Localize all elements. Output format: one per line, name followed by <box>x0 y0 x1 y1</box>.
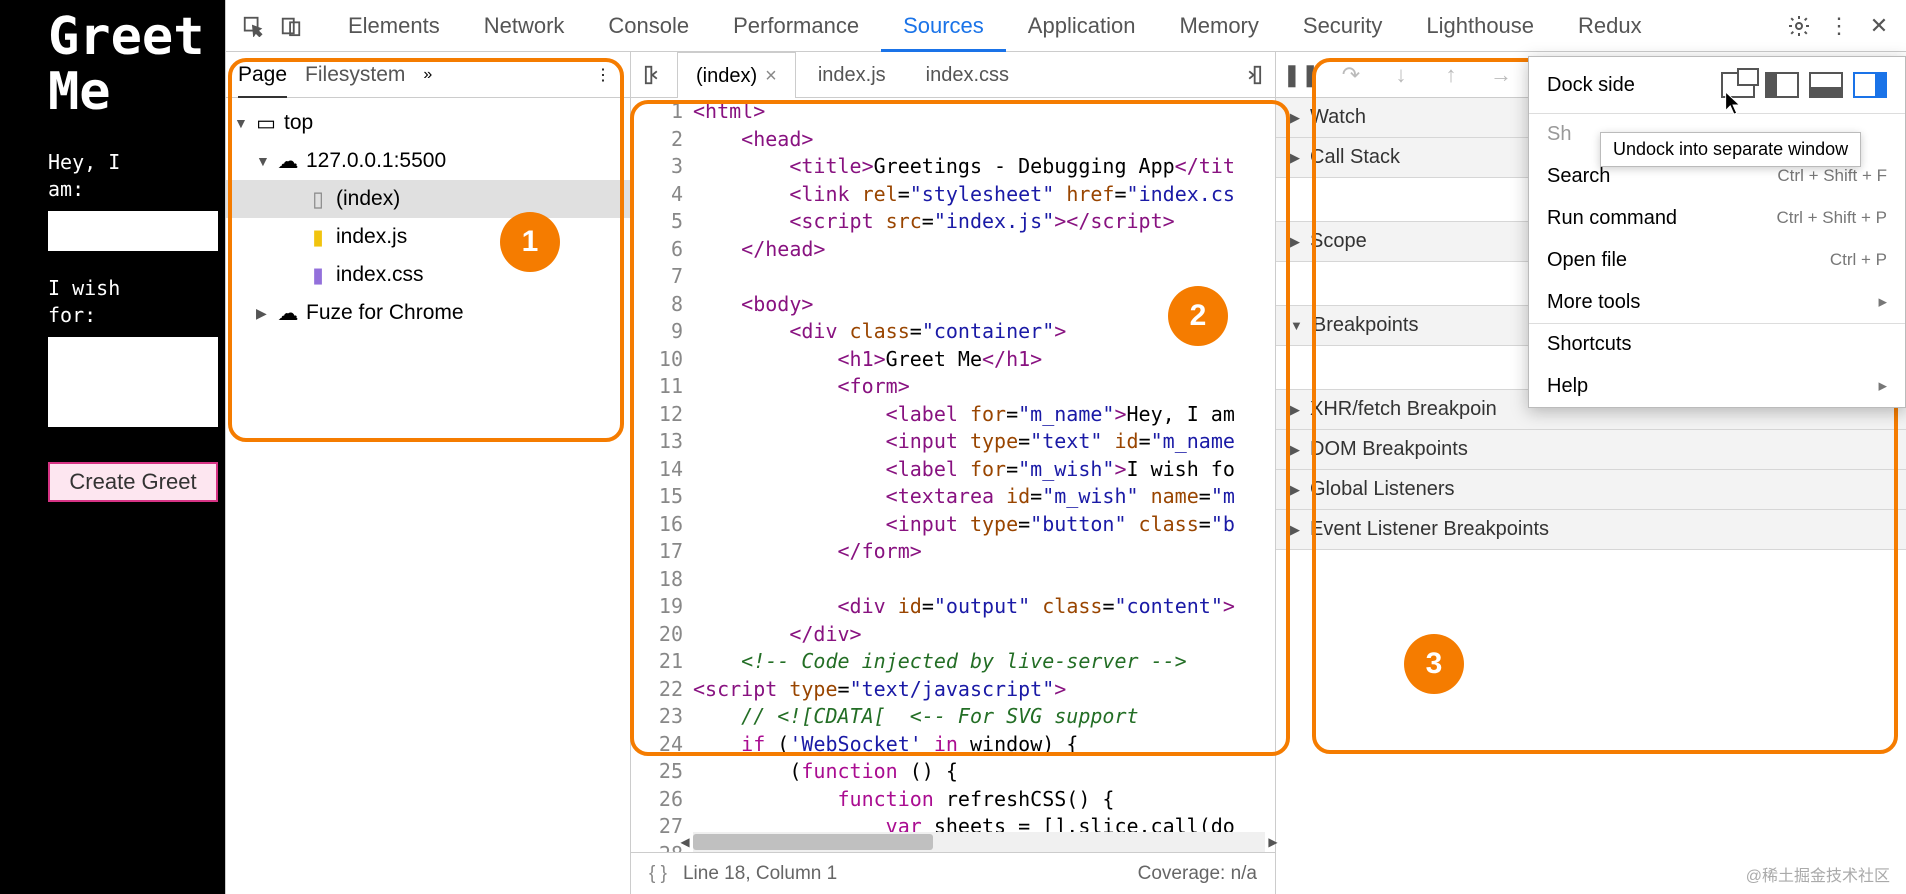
editor-nav-right-icon[interactable] <box>1233 57 1269 93</box>
devtools-tab-lighthouse[interactable]: Lighthouse <box>1404 0 1556 52</box>
create-greet-button[interactable]: Create Greet <box>48 462 218 502</box>
menu-item-more-tools[interactable]: More tools▸ <box>1529 281 1905 323</box>
pretty-print-icon[interactable]: { } <box>649 863 667 885</box>
annotation-badge-1: 1 <box>500 212 560 272</box>
close-tab-icon[interactable]: × <box>765 65 777 87</box>
menu-item-run-command[interactable]: Run commandCtrl + Shift + P <box>1529 197 1905 239</box>
tree-node-top[interactable]: ▼▭top <box>226 104 630 142</box>
devtools-tab-memory[interactable]: Memory <box>1157 0 1280 52</box>
wish-textarea[interactable] <box>48 337 218 427</box>
debugger-section-event-listener-breakpoints[interactable]: ▶Event Listener Breakpoints <box>1276 510 1906 550</box>
watermark: @稀土掘金技术社区 <box>1746 862 1890 886</box>
editor-tab-indexcss[interactable]: index.css <box>908 52 1027 98</box>
devtools-tabbar: ElementsNetworkConsolePerformanceSources… <box>226 0 1906 52</box>
devtools-tab-performance[interactable]: Performance <box>711 0 881 52</box>
cursor-position: Line 18, Column 1 <box>683 863 837 885</box>
devtools-tab-console[interactable]: Console <box>586 0 711 52</box>
coverage-status: Coverage: n/a <box>1138 863 1257 885</box>
scroll-left-icon[interactable]: ◀ <box>675 832 695 852</box>
devtools-tab-elements[interactable]: Elements <box>326 0 462 52</box>
settings-icon[interactable] <box>1780 7 1818 45</box>
code-editor: (index)× index.js index.css 123456789101… <box>631 52 1276 894</box>
dock-left-button[interactable] <box>1765 72 1799 98</box>
cloud-icon: ☁ <box>278 303 298 323</box>
step-out-icon[interactable]: ↑ <box>1436 60 1466 90</box>
page-title: GreetMe <box>48 10 225 119</box>
embedded-page: GreetMe Hey, Iam: I wishfor: Create Gree… <box>0 0 225 894</box>
file-tree: ▼▭top ▼☁127.0.0.1:5500 ▯(index) ▮index.j… <box>226 98 630 338</box>
line-gutter: 1234567891011121314151617181920212223242… <box>631 98 693 852</box>
more-menu-icon[interactable]: ⋮ <box>1820 7 1858 45</box>
dock-side-row: Dock side <box>1529 57 1905 113</box>
debugger-section-global-listeners[interactable]: ▶Global Listeners <box>1276 470 1906 510</box>
devtools-tab-sources[interactable]: Sources <box>881 0 1006 52</box>
navigator-menu-icon[interactable]: ⋮ <box>588 65 618 85</box>
tree-file-index[interactable]: ▯(index) <box>226 180 630 218</box>
dock-undock-button[interactable] <box>1721 72 1755 98</box>
navigator-tab-page[interactable]: Page <box>238 52 287 98</box>
file-navigator: Page Filesystem » ⋮ ▼▭top ▼☁127.0.0.1:55… <box>226 52 631 894</box>
inspect-element-icon[interactable] <box>234 7 272 45</box>
navigator-tab-filesystem[interactable]: Filesystem <box>305 52 405 98</box>
scroll-thumb[interactable] <box>693 834 933 850</box>
navigator-overflow-icon[interactable]: » <box>423 66 432 84</box>
editor-nav-left-icon[interactable] <box>637 57 673 93</box>
editor-hscrollbar[interactable]: ◀ ▶ <box>693 832 1265 852</box>
devtools-tab-network[interactable]: Network <box>462 0 587 52</box>
step-over-icon[interactable]: ↷ <box>1336 60 1366 90</box>
dock-bottom-button[interactable] <box>1809 72 1843 98</box>
dock-right-button[interactable] <box>1853 72 1887 98</box>
devtools-main-menu: Dock side Sh SearchCtrl + Shift + F Run … <box>1528 56 1906 408</box>
menu-item-help[interactable]: Help▸ <box>1529 365 1905 407</box>
label-wish: I wishfor: <box>48 275 225 329</box>
devtools-tab-application[interactable]: Application <box>1006 0 1158 52</box>
js-file-icon: ▮ <box>308 227 328 247</box>
debugger-section-dom-breakpoints[interactable]: ▶DOM Breakpoints <box>1276 430 1906 470</box>
pause-icon[interactable]: ❚❚ <box>1286 60 1316 90</box>
device-toolbar-icon[interactable] <box>272 7 310 45</box>
devtools-tab-redux[interactable]: Redux <box>1556 0 1664 52</box>
annotation-badge-2: 2 <box>1168 286 1228 346</box>
label-name: Hey, Iam: <box>48 149 225 203</box>
menu-item-open-file[interactable]: Open fileCtrl + P <box>1529 239 1905 281</box>
name-input[interactable] <box>48 211 218 251</box>
code-area[interactable]: 1234567891011121314151617181920212223242… <box>631 98 1275 852</box>
step-icon[interactable]: → <box>1486 60 1516 90</box>
css-file-icon: ▮ <box>308 265 328 285</box>
cloud-icon: ☁ <box>278 151 298 171</box>
devtools-tab-security[interactable]: Security <box>1281 0 1404 52</box>
editor-tab-indexjs[interactable]: index.js <box>800 52 904 98</box>
dock-side-label: Dock side <box>1547 74 1635 97</box>
close-devtools-icon[interactable]: ✕ <box>1860 7 1898 45</box>
step-into-icon[interactable]: ↓ <box>1386 60 1416 90</box>
editor-tab-index[interactable]: (index)× <box>677 52 796 98</box>
editor-statusbar: { } Line 18, Column 1 Coverage: n/a <box>631 852 1275 894</box>
tree-file-indexjs[interactable]: ▮index.js <box>226 218 630 256</box>
tree-node-host[interactable]: ▼☁127.0.0.1:5500 <box>226 142 630 180</box>
tree-node-ext[interactable]: ▶☁Fuze for Chrome <box>226 294 630 332</box>
annotation-badge-3: 3 <box>1404 634 1464 694</box>
tree-file-indexcss[interactable]: ▮index.css <box>226 256 630 294</box>
dock-tooltip: Undock into separate window <box>1600 132 1861 167</box>
menu-item-shortcuts[interactable]: Shortcuts <box>1529 323 1905 365</box>
file-icon: ▯ <box>308 189 328 209</box>
